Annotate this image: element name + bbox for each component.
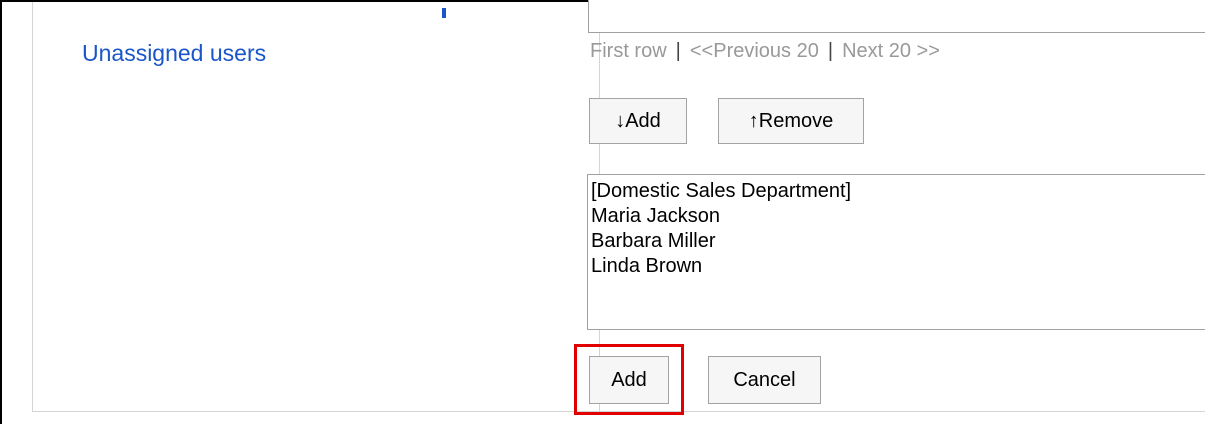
first-row-link[interactable]: First row xyxy=(590,40,667,62)
cropped-link-fragment xyxy=(442,8,446,18)
candidate-users-list[interactable] xyxy=(588,0,1205,33)
list-item[interactable]: Linda Brown xyxy=(591,254,1205,279)
add-button[interactable]: Add xyxy=(589,356,669,404)
list-item[interactable]: Barbara Miller xyxy=(591,229,1205,254)
pager-separator: | xyxy=(827,40,834,62)
move-add-button[interactable]: ↓Add xyxy=(589,98,687,144)
list-item[interactable]: [Domestic Sales Department] xyxy=(591,179,1205,204)
pager-separator: | xyxy=(675,40,681,62)
previous-20-link[interactable]: <<Previous 20 xyxy=(690,40,819,62)
next-20-link[interactable]: Next 20 >> xyxy=(842,40,940,62)
unassigned-users-link[interactable]: Unassigned users xyxy=(82,40,266,67)
move-remove-button[interactable]: ↑Remove xyxy=(718,98,864,144)
cancel-button[interactable]: Cancel xyxy=(708,356,821,404)
selected-users-list[interactable]: [Domestic Sales Department] Maria Jackso… xyxy=(587,174,1205,330)
list-item[interactable]: Maria Jackson xyxy=(591,204,1205,229)
pagination: First row | <<Previous 20 | Next 20 >> xyxy=(590,40,940,63)
window-frame: Unassigned users First row | <<Previous 20… xyxy=(0,0,1205,424)
